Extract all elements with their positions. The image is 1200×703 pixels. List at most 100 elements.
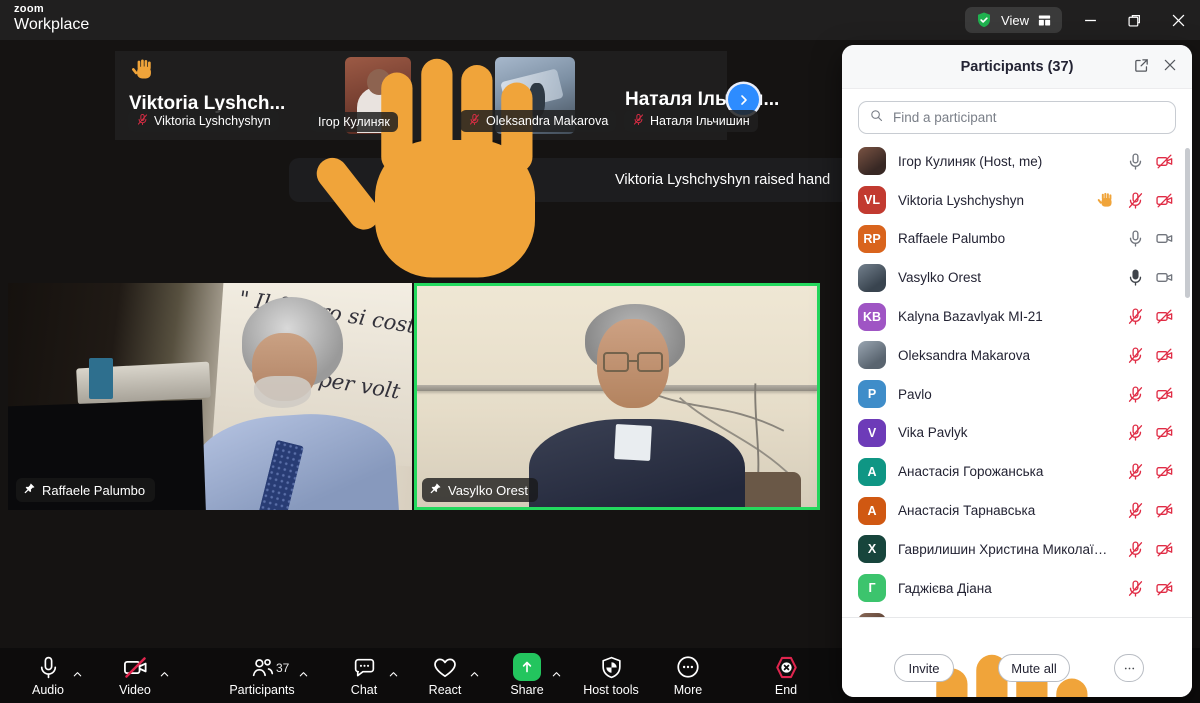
security-shield-icon [975, 11, 993, 29]
participant-row[interactable]: Г Гаджієва Діана [842, 569, 1192, 608]
camera-off-icon [1155, 540, 1174, 559]
participant-status-icons [1126, 462, 1174, 481]
participant-status-icons [1126, 229, 1174, 248]
participant-status-icons [1126, 152, 1174, 171]
participants-icon [250, 655, 275, 680]
video-button[interactable]: Video [83, 653, 187, 697]
avatar: P [858, 380, 886, 408]
heart-icon [432, 654, 458, 680]
more-icon [675, 654, 701, 680]
participant-row[interactable]: VL Viktoria Lyshchyshyn [842, 181, 1192, 220]
participant-status-icons [1126, 385, 1174, 404]
pin-icon [23, 482, 36, 495]
more-button[interactable]: More [636, 653, 740, 697]
panel-close-icon[interactable] [1162, 57, 1178, 78]
end-label: End [775, 683, 797, 697]
camera-off-icon [1155, 579, 1174, 598]
zoom-app-window: zoom Workplace View Viktoria Lyshch... V… [0, 0, 1200, 703]
tile-label-text: Ігор Кулиняк [318, 115, 390, 129]
chevron-right-icon [736, 92, 752, 108]
participant-name: Pavlo [898, 387, 1114, 402]
participant-name: Ігор Кулиняк (Host, me) [898, 154, 1114, 169]
react-label: React [429, 683, 462, 697]
search-input[interactable] [891, 109, 1165, 126]
invite-button[interactable]: Invite [894, 654, 954, 682]
mic-muted-icon [468, 113, 481, 126]
avatar: Г [858, 574, 886, 602]
end-button[interactable]: End [734, 653, 838, 697]
participant-name: Vika Pavlyk [898, 425, 1114, 440]
participant-name: Гаврилишин Христина Миколаївна [898, 542, 1114, 557]
participant-status-icons [1126, 423, 1174, 442]
participant-row[interactable]: V Vika Pavlyk [842, 414, 1192, 453]
participant-row[interactable]: RP Raffaele Palumbo [842, 220, 1192, 259]
chevron-up-icon [298, 669, 309, 680]
camera-off-icon [122, 654, 149, 681]
tile-label-text: Viktoria Lyshchyshyn [154, 114, 271, 128]
participant-row[interactable]: Vasylko Orest [842, 258, 1192, 297]
end-meeting-icon [773, 654, 800, 681]
pin-icon [429, 482, 442, 498]
participant-row[interactable]: A Анастасія Тарнавська [842, 491, 1192, 530]
participant-name: Анастасія Тарнавська [898, 503, 1114, 518]
panel-more-button[interactable] [1114, 654, 1144, 682]
tile-label-text: Oleksandra Makarova [486, 114, 608, 128]
participant-status-icons [1126, 307, 1174, 326]
close-window-button[interactable] [1156, 0, 1200, 40]
pin-icon [429, 482, 442, 495]
mic-active-icon [1126, 268, 1145, 287]
participant-name: Kalyna Bazavlyak MI-21 [898, 309, 1114, 324]
video-tile-raffaele[interactable]: " Il futuro si costr orno per volt Raffa… [8, 283, 412, 510]
more-label: More [674, 683, 702, 697]
camera-off-icon [1155, 423, 1174, 442]
participants-button[interactable]: 37 Participants [210, 653, 314, 697]
participant-status-icons [1126, 540, 1174, 559]
video-options-chevron[interactable] [159, 667, 170, 685]
scrollbar-thumb[interactable] [1185, 148, 1190, 298]
avatar [858, 147, 886, 175]
mic-muted-icon [1126, 540, 1145, 559]
minimize-button[interactable] [1068, 0, 1112, 40]
avatar: A [858, 458, 886, 486]
mic-muted-icon [1126, 462, 1145, 481]
participant-status-icons [1126, 346, 1174, 365]
logo-workplace: Workplace [14, 17, 89, 33]
share-screen-icon [513, 653, 541, 681]
view-button[interactable]: View [965, 7, 1062, 33]
participants-panel: Participants (37) Ігор Кулиняк (Host, me… [842, 45, 1192, 697]
participant-row[interactable]: Oleksandra Makarova [842, 336, 1192, 375]
audio-options-chevron[interactable] [72, 667, 83, 685]
filmstrip-tile-viktoria[interactable]: Viktoria Lyshch... Viktoria Lyshchyshyn [123, 55, 301, 136]
video-label-text: Vasylko Orest [448, 483, 528, 498]
participant-row[interactable]: Ігор Кулиняк (Host, me) [842, 142, 1192, 181]
mute-all-button[interactable]: Mute all [998, 654, 1070, 682]
participant-name: Анастасія Горожанська [898, 464, 1114, 479]
panel-header: Participants (37) [842, 45, 1192, 89]
participant-row[interactable]: X Гаврилишин Христина Миколаївна [842, 530, 1192, 569]
camera-off-icon [1155, 307, 1174, 326]
avatar: X [858, 535, 886, 563]
participants-count-badge: 37 [276, 661, 289, 675]
participants-options-chevron[interactable] [298, 667, 309, 685]
popout-icon[interactable] [1133, 57, 1150, 79]
mic-on-icon [1126, 229, 1145, 248]
participant-name: Гаджієва Діана [898, 581, 1114, 596]
video-tile-vasylko[interactable]: Vasylko Orest [414, 283, 820, 510]
avatar: KB [858, 303, 886, 331]
participant-row[interactable]: P Pavlo [842, 375, 1192, 414]
participant-status-icons [1126, 268, 1174, 287]
mic-muted-icon [1126, 423, 1145, 442]
video-name-label: Raffaele Palumbo [16, 478, 155, 502]
avatar [858, 341, 886, 369]
camera-off-icon [1155, 385, 1174, 404]
participant-row[interactable]: KB Kalyna Bazavlyak MI-21 [842, 297, 1192, 336]
view-layout-icon [1037, 13, 1052, 28]
restore-button[interactable] [1112, 0, 1156, 40]
tile-label-text: Наталя Ільчишин [650, 114, 750, 128]
mic-muted-icon [1126, 501, 1145, 520]
participant-row[interactable]: A Анастасія Горожанська [842, 452, 1192, 491]
host-tools-label: Host tools [583, 683, 639, 697]
tile-name-label: Oleksandra Makarova [460, 110, 616, 132]
participant-name: Viktoria Lyshchyshyn [898, 193, 1085, 208]
video-label-text: Raffaele Palumbo [42, 483, 145, 498]
